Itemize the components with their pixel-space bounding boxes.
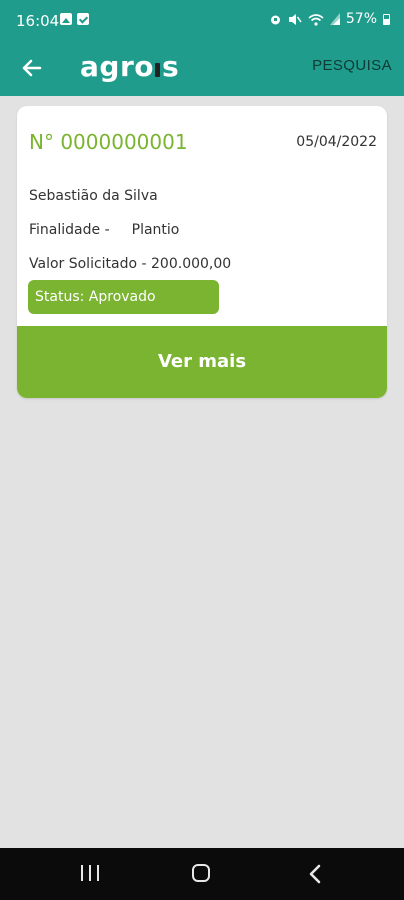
purpose-value: Plantio bbox=[131, 222, 180, 238]
request-card: N° 0000000001 05/04/2022 Sebastião da Si… bbox=[17, 106, 387, 398]
photo-icon bbox=[60, 13, 72, 25]
back-button[interactable] bbox=[14, 52, 50, 84]
app-bar: agro s PESQUISA bbox=[0, 40, 404, 96]
arrow-left-icon bbox=[22, 59, 42, 77]
system-icons: 57% bbox=[269, 11, 390, 27]
purpose-row: Finalidade - Plantio bbox=[29, 222, 179, 238]
status-bar: 16:04 57% bbox=[0, 0, 404, 40]
check-icon bbox=[77, 13, 89, 25]
status-badge: Status: Aprovado bbox=[28, 280, 219, 314]
brand-text-end: s bbox=[161, 49, 180, 83]
wifi-icon bbox=[308, 13, 324, 26]
requested-value: Valor Solicitado - 200.000,00 bbox=[29, 256, 232, 272]
notification-icons bbox=[60, 13, 89, 25]
request-number: N° 0000000001 bbox=[29, 130, 188, 154]
status-time: 16:04 bbox=[16, 12, 60, 30]
signal-icon bbox=[329, 13, 340, 25]
battery-percent: 57% bbox=[345, 11, 377, 27]
brand-logo: agro s bbox=[80, 46, 179, 86]
request-date: 05/04/2022 bbox=[296, 134, 377, 150]
brand-text-start: agro bbox=[80, 49, 154, 83]
search-button[interactable]: PESQUISA bbox=[312, 57, 392, 74]
system-nav-bar bbox=[0, 848, 404, 900]
requester-name: Sebastião da Silva bbox=[29, 188, 158, 204]
purpose-label: Finalidade - bbox=[29, 222, 110, 238]
alarm-icon bbox=[270, 15, 280, 24]
mute-icon bbox=[288, 13, 302, 25]
battery-icon bbox=[383, 13, 390, 25]
home-icon[interactable] bbox=[190, 861, 214, 887]
recents-icon[interactable] bbox=[79, 861, 101, 887]
see-more-button[interactable]: Ver mais bbox=[17, 326, 387, 398]
back-icon[interactable] bbox=[304, 861, 326, 887]
logo-mark bbox=[154, 63, 160, 77]
